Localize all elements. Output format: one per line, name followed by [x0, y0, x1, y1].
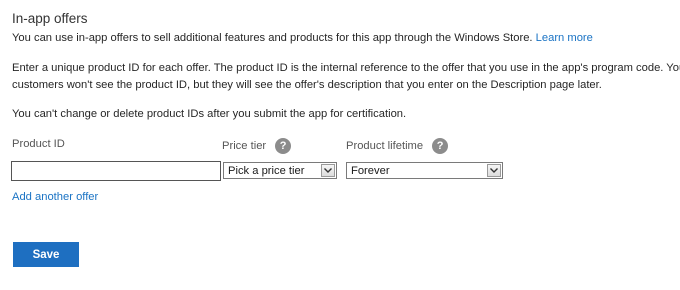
product-lifetime-selected-value: Forever — [351, 165, 390, 177]
product-id-label-text: Product ID — [12, 138, 65, 150]
price-tier-help-icon[interactable]: ? — [275, 138, 292, 154]
instructions-line-1: Enter a unique product ID for each offer… — [12, 62, 680, 74]
price-tier-label-text: Price tier — [222, 140, 267, 152]
in-app-offers-page: In-app offers You can use in-app offers … — [0, 0, 680, 290]
price-tier-select[interactable]: Pick a price tier — [223, 162, 337, 179]
intro-paragraph: You can use in-app offers to sell additi… — [12, 30, 593, 47]
save-button[interactable]: Save — [13, 242, 79, 267]
warning-paragraph: You can't change or delete product IDs a… — [12, 108, 407, 120]
price-tier-selected-value: Pick a price tier — [228, 165, 305, 177]
chevron-down-icon[interactable] — [321, 164, 335, 177]
product-lifetime-help-icon[interactable]: ? — [432, 138, 449, 154]
price-tier-label: Price tier ? — [222, 138, 292, 154]
product-lifetime-label: Product lifetime ? — [346, 138, 449, 154]
chevron-down-icon[interactable] — [487, 164, 501, 177]
intro-text: You can use in-app offers to sell additi… — [12, 32, 533, 44]
section-title: In-app offers — [12, 11, 88, 26]
product-lifetime-select[interactable]: Forever — [346, 162, 503, 179]
instructions-line-2: customers won't see the product ID, but … — [12, 79, 602, 91]
instructions-paragraph: Enter a unique product ID for each offer… — [12, 60, 680, 94]
product-lifetime-label-text: Product lifetime — [346, 140, 424, 152]
add-another-offer-link[interactable]: Add another offer — [12, 191, 98, 203]
product-id-label: Product ID — [12, 138, 65, 150]
learn-more-link[interactable]: Learn more — [536, 32, 593, 44]
product-id-input[interactable] — [11, 161, 221, 181]
